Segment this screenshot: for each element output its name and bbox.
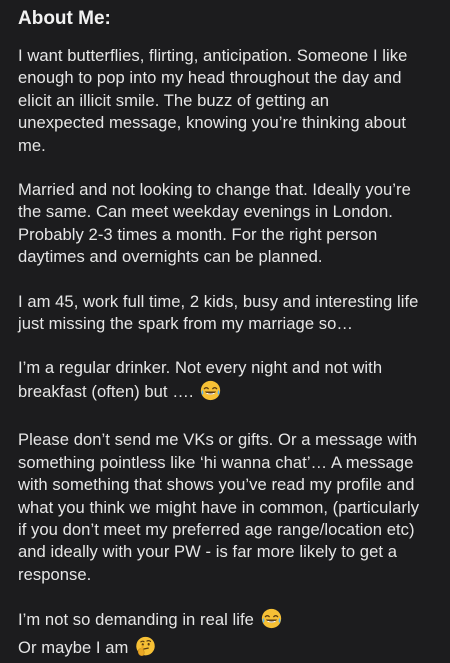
paragraph-line: the same. Can meet weekday evenings in L… [18,202,393,222]
paragraph-line: me. [18,135,46,155]
paragraph-line: if you don’t meet my preferred age range… [18,519,415,539]
paragraph-line-with-emoji: Or maybe I am [18,636,436,663]
paragraph-line: response. [18,564,92,584]
paragraph-line: Probably 2-3 times a month. For the righ… [18,224,378,244]
paragraph-line-text: Or maybe I am [18,637,134,657]
paragraph-line: and ideally with your PW - is far more l… [18,542,397,562]
about-me-heading: About Me: [18,8,111,29]
about-paragraph-5: Please don’t send me VKs or gifts. Or a … [18,429,436,586]
paragraph-line: something pointless like ‘hi wanna chat’… [18,452,414,472]
about-paragraph-6: I’m not so demanding in real life Or may… [18,608,436,663]
paragraph-line: enough to pop into my head throughout th… [18,68,402,88]
thinking-face-icon [135,636,156,663]
paragraph-line: unexpected message, knowing you’re think… [18,113,407,133]
about-me-section: About Me: I want butterflies, flirting, … [0,0,450,657]
about-paragraph-1: I want butterflies, flirting, anticipati… [18,45,436,157]
paragraph-line: just missing the spark from my marriage … [18,314,354,334]
paragraph-line: I want butterflies, flirting, anticipati… [18,46,408,65]
paragraph-line-with-emoji: I’m not so demanding in real life [18,608,436,635]
about-paragraph-2: Married and not looking to change that. … [18,179,436,269]
paragraph-line-text: I’m not so demanding in real life [18,610,259,630]
paragraph-line: with something that shows you’ve read my… [18,475,415,495]
face-with-tears-of-joy-icon [261,608,282,635]
paragraph-line: I’m a regular drinker. Not every night a… [18,358,383,378]
about-paragraph-3: I am 45, work full time, 2 kids, busy an… [18,291,436,336]
paragraph-line: elicit an illicit smile. The buzz of get… [18,90,330,110]
paragraph-line: Married and not looking to change that. … [18,180,411,200]
paragraph-line-text: breakfast (often) but …. [18,381,199,401]
paragraph-line: Please don’t send me VKs or gifts. Or a … [18,430,418,450]
about-paragraph-4: I’m a regular drinker. Not every night a… [18,357,436,407]
paragraph-line: I am 45, work full time, 2 kids, busy an… [18,291,419,311]
paragraph-line: what you think we might have in common, … [18,497,420,517]
paragraph-line: daytimes and overnights can be planned. [18,247,323,267]
paragraph-line-with-emoji: breakfast (often) but …. [18,380,436,407]
face-with-tears-of-joy-icon [200,380,221,407]
